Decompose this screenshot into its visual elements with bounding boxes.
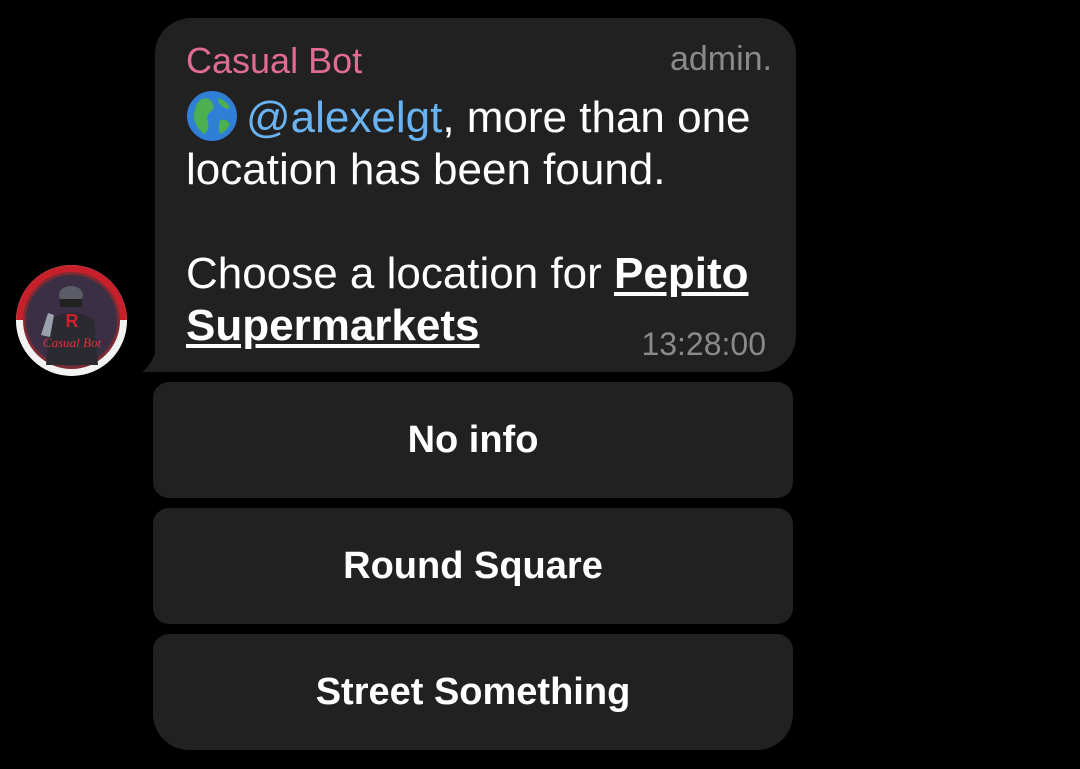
keyboard-button-no-info[interactable]: No info	[153, 382, 793, 498]
avatar[interactable]: R Casual Bot	[16, 265, 127, 376]
avatar-image: R Casual Bot	[16, 265, 127, 376]
user-mention[interactable]: @alexelgt	[246, 93, 442, 142]
message-text: @alexelgt, more than one location has be…	[186, 90, 776, 352]
keyboard-button-label: Street Something	[315, 670, 631, 713]
message-time: 13:28:00	[641, 326, 766, 362]
keyboard-button-label: Round Square	[343, 544, 603, 587]
message-bubble[interactable]: Casual Bot admin. @alexelgt, more than o…	[155, 18, 796, 372]
avatar-text: Casual Bot	[43, 335, 102, 350]
keyboard-button-label: No info	[407, 418, 539, 461]
admin-badge: admin.	[669, 40, 772, 78]
chat-view: R Casual Bot Casual Bot admin. @alexelgt…	[0, 0, 1080, 769]
keyboard-button-street-something[interactable]: Street Something	[153, 634, 793, 750]
globe-icon	[187, 91, 237, 141]
keyboard-button-round-square[interactable]: Round Square	[153, 508, 793, 624]
choose-text: Choose a location for	[186, 249, 615, 298]
sender-name[interactable]: Casual Bot	[186, 40, 362, 82]
avatar-letter: R	[66, 311, 79, 331]
